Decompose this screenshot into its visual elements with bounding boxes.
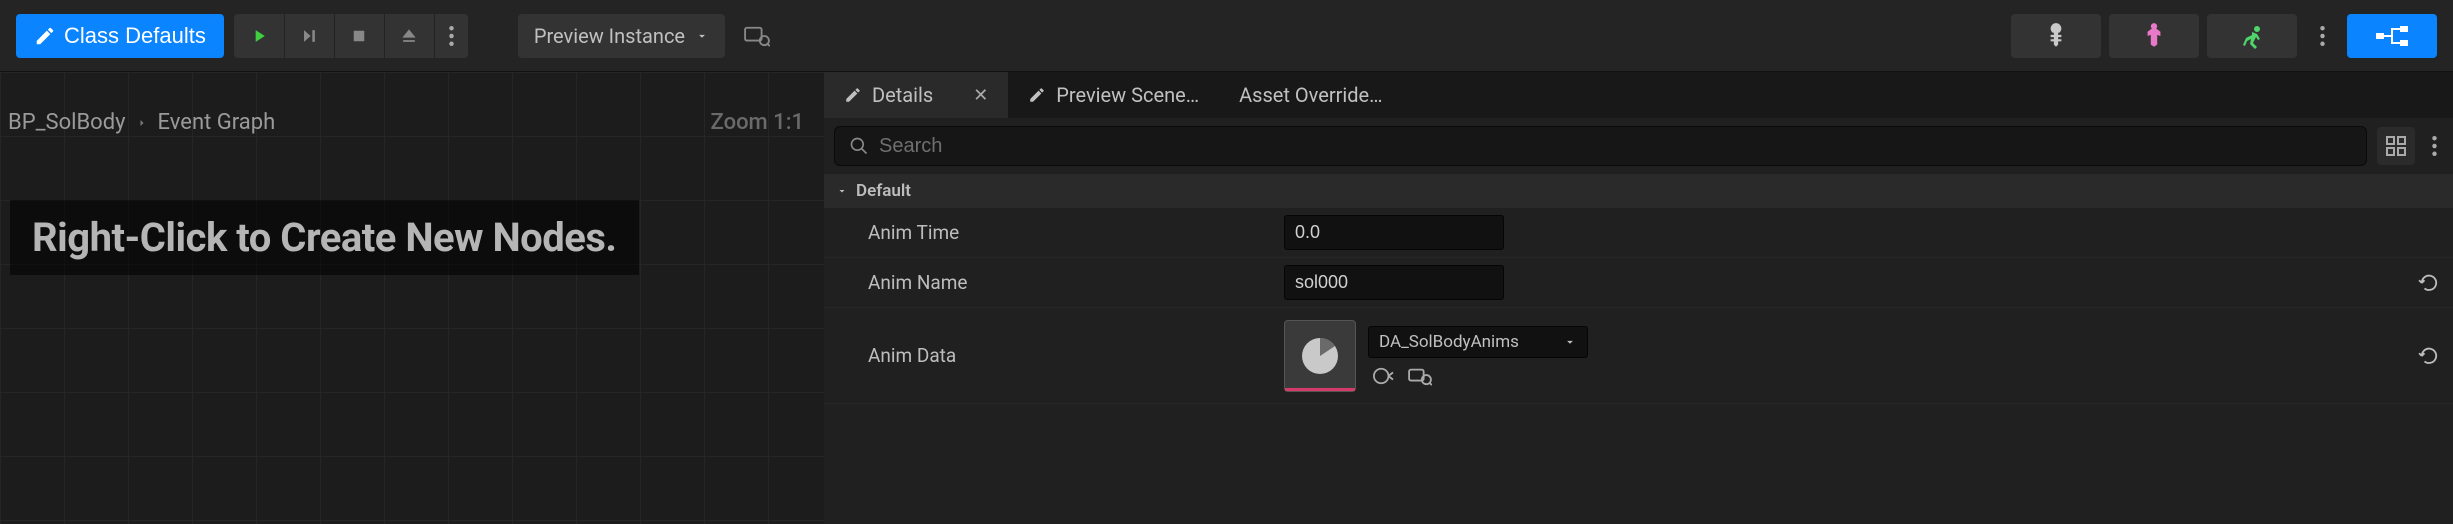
chevron-right-icon: [136, 115, 148, 131]
prop-row-anim-time: Anim Time: [824, 208, 2453, 258]
reset-to-default-button[interactable]: [2418, 347, 2440, 365]
anim-name-input[interactable]: [1284, 265, 1504, 300]
tab-asset-override[interactable]: Asset Override…: [1219, 72, 1402, 118]
stop-button[interactable]: [334, 14, 384, 58]
details-search-row: [824, 118, 2453, 174]
top-toolbar: Class Defaults Preview Instance: [0, 0, 2453, 72]
breadcrumb-leaf[interactable]: Event Graph: [158, 110, 276, 135]
triangle-down-icon: [836, 185, 848, 197]
mannequin-icon: [2141, 21, 2167, 51]
reset-to-default-button[interactable]: [2418, 274, 2440, 292]
prop-label-anim-data: Anim Data: [824, 344, 1284, 367]
prop-label-anim-name: Anim Name: [824, 271, 1284, 294]
play-button[interactable]: [234, 14, 284, 58]
event-graph-pane[interactable]: BP_SolBody Event Graph Zoom 1:1 Right-Cl…: [0, 72, 824, 524]
play-options-button[interactable]: [434, 14, 468, 58]
breadcrumb-root[interactable]: BP_SolBody: [8, 110, 126, 135]
asset-picker-value: DA_SolBodyAnims: [1379, 332, 1519, 352]
blueprint-mode-button[interactable]: [2347, 14, 2437, 58]
tab-details-label: Details: [872, 83, 933, 107]
category-default-label: Default: [856, 181, 911, 201]
category-default-header[interactable]: Default: [824, 174, 2453, 208]
prop-label-anim-time: Anim Time: [824, 221, 1284, 244]
asset-thumbnail[interactable]: [1284, 320, 1356, 392]
details-pane: Details ✕ Preview Scene… Asset Override…: [824, 72, 2453, 524]
skeleton-icon: [2043, 21, 2069, 51]
chevron-down-icon: [1563, 335, 1577, 349]
search-icon: [849, 136, 869, 156]
search-input[interactable]: [879, 135, 2352, 158]
asset-picker-dropdown[interactable]: DA_SolBodyAnims: [1368, 326, 1588, 358]
details-tabs: Details ✕ Preview Scene… Asset Override…: [824, 72, 2453, 118]
graph-hint: Right-Click to Create New Nodes.: [10, 200, 639, 275]
mesh-mode-button[interactable]: [2109, 14, 2199, 58]
class-defaults-button[interactable]: Class Defaults: [16, 14, 224, 58]
editor-mode-buttons: [2011, 14, 2437, 58]
running-icon: [2237, 22, 2267, 50]
skeleton-mode-button[interactable]: [2011, 14, 2101, 58]
play-controls-group: [234, 14, 468, 58]
edit-icon: [34, 25, 56, 47]
chevron-down-icon: [695, 29, 709, 43]
tab-asset-override-label: Asset Override…: [1239, 83, 1382, 107]
prop-row-anim-name: Anim Name: [824, 258, 2453, 308]
breadcrumb: BP_SolBody Event Graph Zoom 1:1: [0, 110, 824, 135]
edit-icon: [1028, 86, 1046, 104]
use-selected-asset-button[interactable]: [1372, 366, 1394, 386]
edit-icon: [844, 86, 862, 104]
prop-row-anim-data: Anim Data DA_SolBodyAnims: [824, 308, 2453, 404]
property-matrix-button[interactable]: [2377, 127, 2415, 165]
preview-instance-label: Preview Instance: [534, 24, 685, 48]
close-icon[interactable]: ✕: [973, 85, 988, 106]
zoom-level-label: Zoom 1:1: [711, 110, 804, 135]
debug-filter-button[interactable]: [735, 14, 779, 58]
graph-grid: [0, 72, 824, 524]
browse-to-asset-button[interactable]: [1408, 366, 1432, 386]
animation-mode-button[interactable]: [2207, 14, 2297, 58]
mode-options-button[interactable]: [2305, 14, 2339, 58]
anim-time-input[interactable]: [1284, 215, 1504, 250]
tab-preview-scene[interactable]: Preview Scene…: [1008, 72, 1219, 118]
class-defaults-label: Class Defaults: [64, 23, 206, 49]
details-search-box[interactable]: [834, 126, 2367, 166]
tab-preview-scene-label: Preview Scene…: [1056, 83, 1199, 107]
blueprint-graph-icon: [2375, 25, 2409, 47]
tab-details[interactable]: Details ✕: [824, 72, 1008, 118]
preview-instance-dropdown[interactable]: Preview Instance: [518, 14, 725, 58]
step-button[interactable]: [284, 14, 334, 58]
settings-options-button[interactable]: [2425, 127, 2443, 165]
eject-button[interactable]: [384, 14, 434, 58]
pie-icon: [1299, 335, 1341, 377]
